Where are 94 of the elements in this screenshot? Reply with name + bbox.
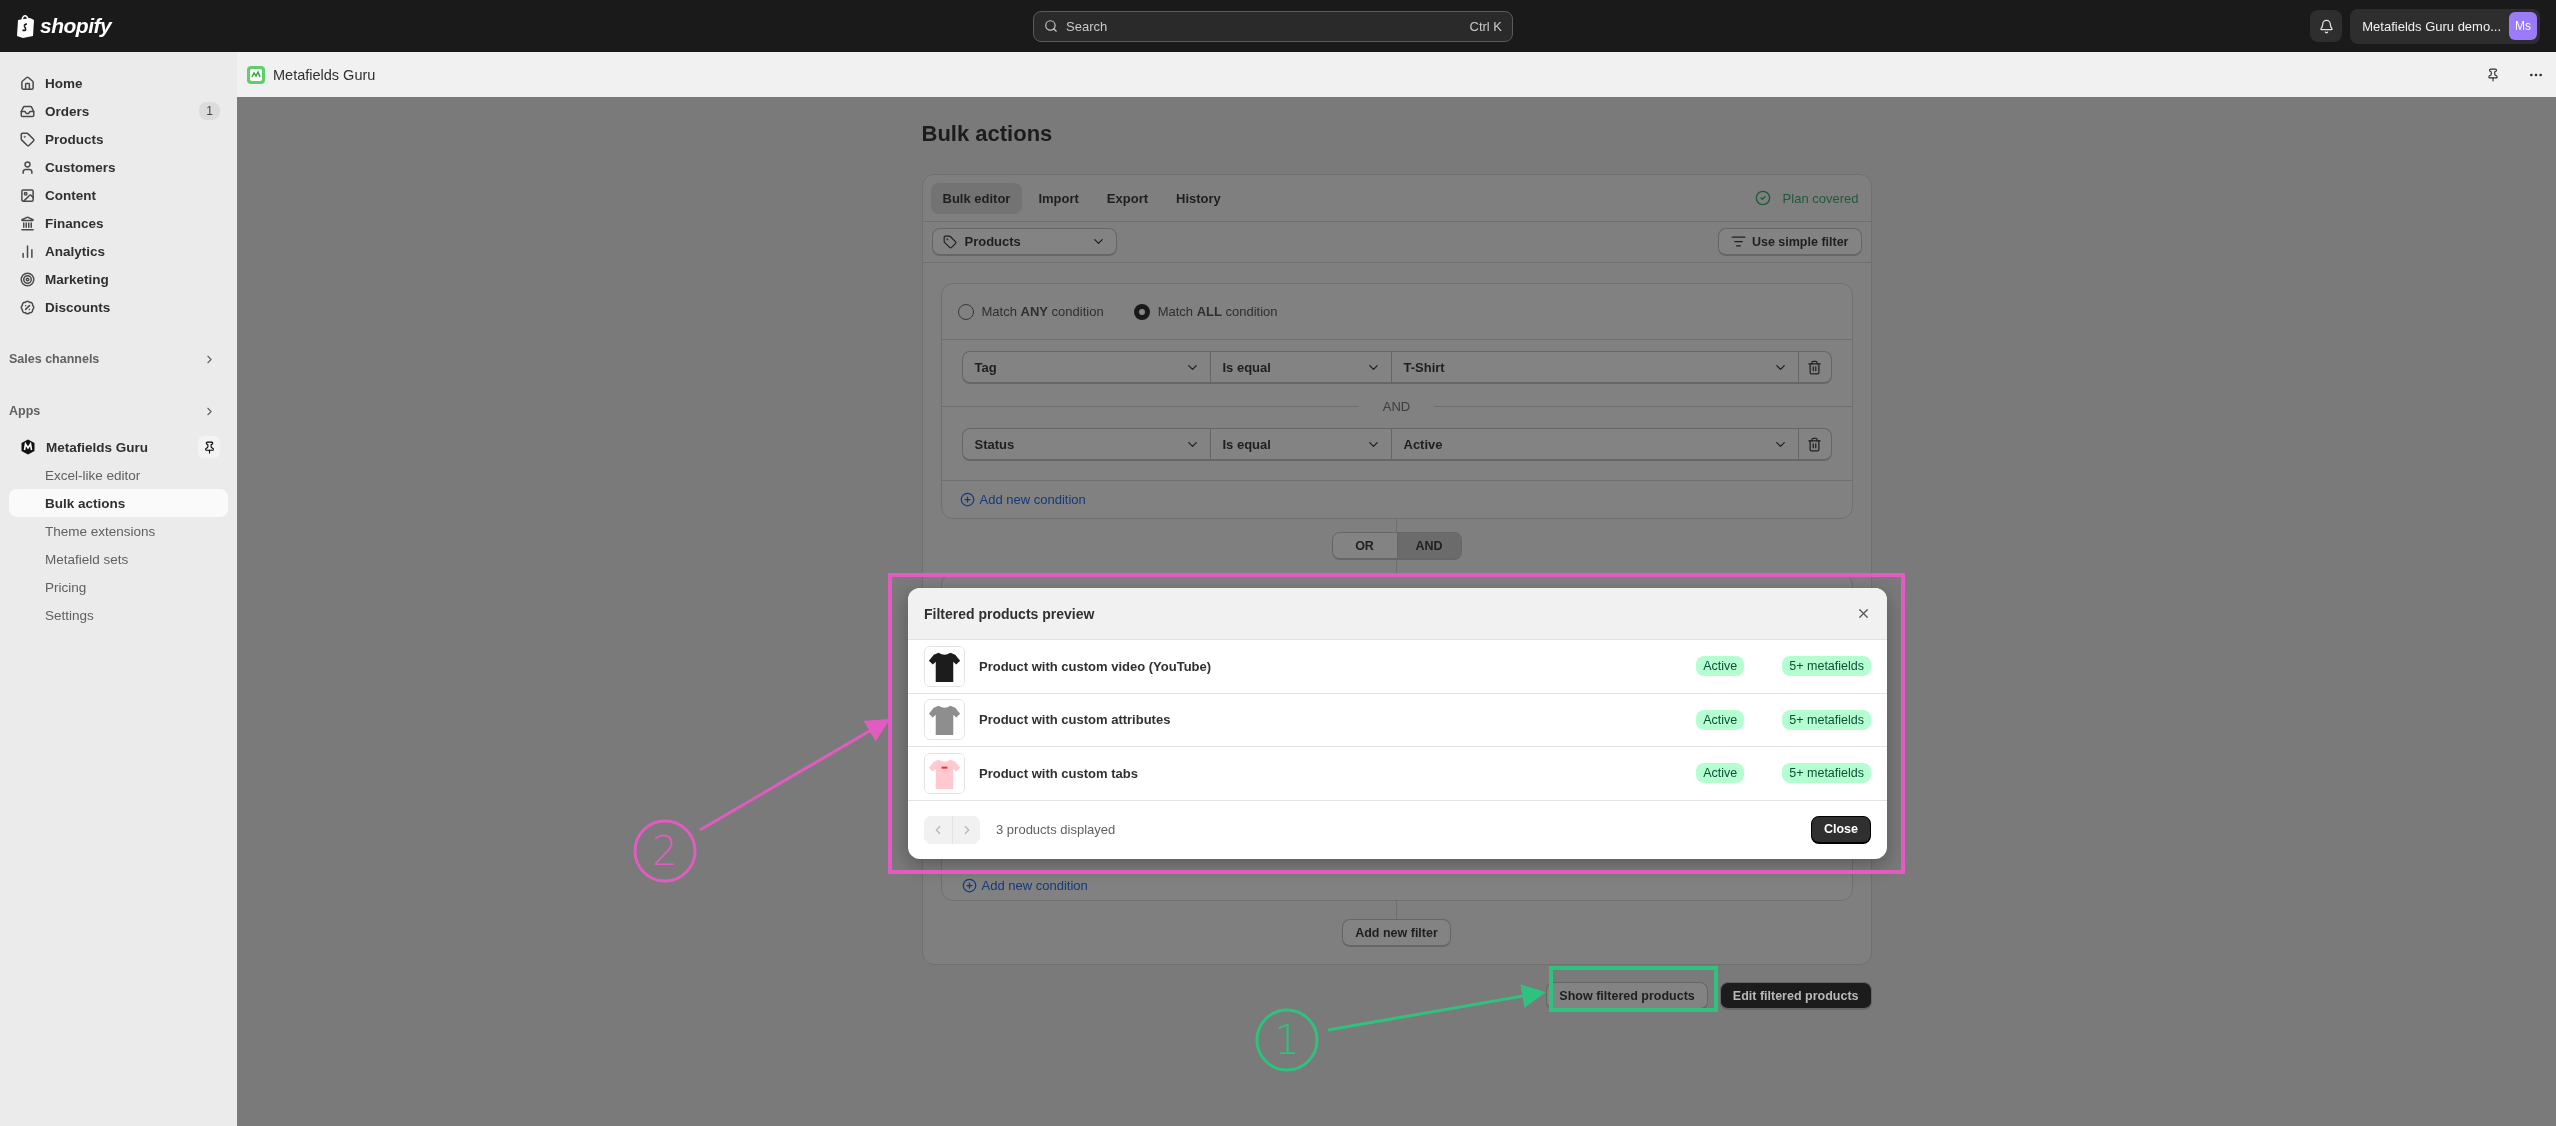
add-condition-link[interactable]: Add new condition (959, 492, 1086, 507)
sub-nav-item[interactable]: Settings (9, 601, 228, 629)
step-number: 1 (1274, 1017, 1300, 1063)
close-icon (1856, 606, 1871, 621)
sub-nav-item[interactable]: Pricing (9, 573, 228, 601)
dialog-title: Filtered products preview (924, 605, 1095, 622)
radio-label: Match ANY condition (981, 304, 1104, 319)
search-field[interactable]: Search Ctrl K (1033, 10, 1513, 42)
app-item[interactable]: Metafields Guru (9, 433, 228, 461)
plus-circle-icon (961, 878, 977, 893)
tab[interactable]: Bulk editor (930, 182, 1023, 214)
pin-icon (202, 440, 216, 454)
show-button[interactable]: Show filtered products (1546, 982, 1708, 1010)
search-icon (1044, 19, 1058, 33)
resource-select[interactable]: Products (931, 228, 1117, 256)
sub-nav-item[interactable]: Metafield sets (9, 545, 228, 573)
close-button[interactable]: Close (1810, 815, 1871, 844)
tab[interactable]: Import (1026, 182, 1091, 214)
check-circle-icon (1754, 190, 1771, 206)
condition-select[interactable]: Tag (962, 352, 1211, 382)
pin-button[interactable] (198, 436, 220, 458)
tag-icon (20, 131, 35, 147)
pin-icon[interactable] (2486, 67, 2500, 82)
simple-filter-button[interactable]: Use simple filter (1717, 228, 1862, 256)
tag-icon (942, 234, 957, 249)
nav-item[interactable]: Home (9, 69, 228, 97)
person-icon (20, 159, 35, 175)
toggle-option[interactable]: AND (1396, 533, 1461, 558)
sub-nav-item[interactable]: Bulk actions (9, 489, 228, 517)
notifications-button[interactable] (2310, 10, 2343, 42)
status-badge: Active (1696, 709, 1745, 730)
app-title: Metafields Guru (273, 66, 376, 83)
step-number: 2 (652, 828, 678, 874)
account-button[interactable]: Metafields Guru demo... Ms (2350, 8, 2540, 44)
metafields-badge: 5+ metafields (1782, 763, 1871, 784)
shortcut-hint: Ctrl K (1469, 18, 1502, 34)
sub-nav-item[interactable]: Theme extensions (9, 517, 228, 545)
bell-icon (2318, 18, 2334, 34)
condition-select[interactable]: T-Shirt (1391, 352, 1799, 382)
product-name: Product with custom tabs (979, 765, 1139, 781)
home-icon (20, 75, 35, 91)
logo-text[interactable]: shopify (40, 14, 112, 38)
radio-option[interactable]: Match ALL condition (1133, 303, 1278, 320)
nav-item[interactable]: Customers (9, 153, 228, 181)
bank-icon (20, 215, 35, 231)
condition-select[interactable]: Status (962, 429, 1211, 459)
condition-select[interactable]: Active (1391, 429, 1799, 459)
tab[interactable]: History (1164, 182, 1233, 214)
status-badge: Active (1696, 763, 1745, 784)
nav-item[interactable]: Marketing (9, 265, 228, 293)
sub-nav-item[interactable]: Excel-like editor (9, 461, 228, 489)
add-condition-link[interactable]: Add new condition (961, 878, 1088, 893)
nav-item[interactable]: Finances (9, 209, 228, 237)
nav-item[interactable]: Analytics (9, 237, 228, 265)
plus-circle-icon (959, 492, 975, 507)
inbox-icon (20, 103, 35, 119)
toggle-option[interactable]: OR (1332, 533, 1397, 558)
add-filter-button[interactable]: Add new filter (1342, 919, 1451, 947)
condition-select[interactable]: Is equal (1210, 352, 1392, 382)
radio-button[interactable] (1133, 303, 1150, 320)
filter-icon (1730, 234, 1746, 249)
image-icon (20, 187, 35, 203)
condition-select[interactable]: Is equal (1210, 429, 1392, 459)
bar-chart-icon (20, 243, 35, 259)
nav-item[interactable]: Orders 1 (9, 97, 228, 125)
avatar: Ms (2509, 12, 2537, 40)
section-link[interactable]: Apps (9, 397, 228, 425)
product-count: 3 products displayed (996, 822, 1116, 837)
trash-icon (1807, 359, 1822, 375)
radio-option[interactable]: Match ANY condition (957, 303, 1104, 320)
shopping-bag-icon (16, 14, 36, 38)
target-icon (20, 271, 35, 287)
app-logo-icon (20, 439, 36, 455)
tab[interactable]: Export (1094, 182, 1161, 214)
search-placeholder: Search (1066, 18, 1108, 34)
joiner-label: AND (1381, 398, 1412, 414)
plan-status: Plan covered (1782, 190, 1859, 206)
edit-button[interactable]: Edit filtered products (1719, 982, 1872, 1010)
nav-item[interactable]: Discounts (9, 293, 228, 321)
page-title: Bulk actions (921, 121, 1054, 147)
count-badge: 1 (199, 102, 220, 120)
product-name: Product with custom video (YouTube) (979, 658, 1213, 674)
app-logo-icon (247, 65, 265, 84)
product-name: Product with custom attributes (979, 712, 1172, 728)
radio-label: Match ALL condition (1157, 304, 1278, 319)
nav-item[interactable]: Products (9, 125, 228, 153)
status-badge: Active (1696, 656, 1745, 677)
metafields-badge: 5+ metafields (1782, 656, 1871, 677)
close-button[interactable] (1856, 606, 1871, 621)
percent-badge-icon (20, 299, 35, 315)
section-link[interactable]: Sales channels (9, 345, 228, 373)
trash-icon (1807, 436, 1822, 452)
nav-item[interactable]: Content (9, 181, 228, 209)
metafields-badge: 5+ metafields (1782, 709, 1871, 730)
